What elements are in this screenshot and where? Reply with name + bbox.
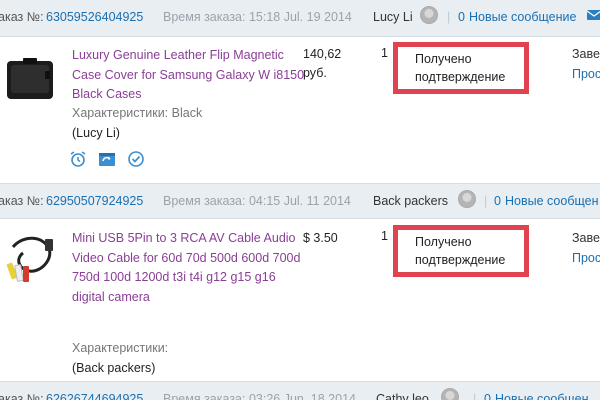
side-action-link[interactable]: Прос bbox=[572, 251, 600, 265]
product-quantity: 1 bbox=[381, 229, 388, 243]
order-body: Mini USB 5Pin to 3 RCA AV Cable Audio Vi… bbox=[0, 219, 600, 382]
check-clock-icon[interactable] bbox=[127, 150, 145, 168]
buyer-name[interactable]: Lucy Li bbox=[373, 10, 413, 24]
message-count[interactable]: 0 bbox=[458, 10, 465, 24]
message-count[interactable]: 0 bbox=[484, 392, 491, 400]
envelope-icon[interactable] bbox=[586, 8, 600, 22]
order-status: Получено подтверждение bbox=[415, 52, 506, 84]
message-count[interactable]: 0 bbox=[494, 194, 501, 208]
refresh-box-icon[interactable] bbox=[98, 150, 116, 168]
order-status-box: Получено подтверждение bbox=[393, 225, 529, 277]
side-action-link[interactable]: Прос bbox=[572, 67, 600, 81]
alarm-clock-icon[interactable] bbox=[69, 150, 87, 168]
order-number-link[interactable]: 62626744694925 bbox=[46, 392, 143, 400]
separator: | bbox=[484, 194, 488, 208]
order-card-3: аказ №: 62626744694925 Время заказа: 03:… bbox=[0, 381, 600, 400]
user-icon bbox=[420, 6, 438, 24]
product-title-link[interactable]: Mini USB 5Pin to 3 RCA AV Cable Audio Vi… bbox=[72, 229, 307, 307]
buyer-note: (Lucy Li) bbox=[72, 126, 120, 140]
order-number-label: аказ №: bbox=[0, 194, 44, 208]
new-messages-link[interactable]: Новые сообщение bbox=[469, 10, 576, 24]
order-header: аказ №: 62950507924925 Время заказа: 04:… bbox=[0, 183, 600, 219]
product-price: 140,62 руб. bbox=[303, 47, 342, 80]
side-action-label: Заве bbox=[572, 47, 600, 61]
buyer-name[interactable]: Cathy leo bbox=[376, 392, 429, 400]
side-action-label: Заве bbox=[572, 231, 600, 245]
order-time: Время заказа: 15:18 Jul. 19 2014 bbox=[163, 10, 352, 24]
separator: | bbox=[447, 10, 451, 24]
buyer-note: (Back packers) bbox=[72, 361, 156, 375]
product-title-link[interactable]: Luxury Genuine Leather Flip Magnetic Cas… bbox=[72, 46, 307, 105]
order-body: Luxury Genuine Leather Flip Magnetic Cas… bbox=[0, 37, 600, 183]
order-status-box: Получено подтверждение bbox=[393, 42, 529, 94]
order-status: Получено подтверждение bbox=[415, 235, 506, 267]
product-attributes: Характеристики: Black bbox=[72, 106, 203, 120]
order-card-2: аказ №: 62950507924925 Время заказа: 04:… bbox=[0, 183, 600, 382]
new-messages-link[interactable]: Новые сообщен bbox=[495, 392, 588, 400]
product-thumbnail[interactable] bbox=[3, 229, 59, 285]
order-time: Время заказа: 04:15 Jul. 11 2014 bbox=[163, 194, 351, 208]
separator: | bbox=[473, 392, 477, 400]
order-number-label: аказ №: bbox=[0, 392, 44, 400]
order-header: аказ №: 62626744694925 Время заказа: 03:… bbox=[0, 381, 600, 400]
order-number-link[interactable]: 63059526404925 bbox=[46, 10, 143, 24]
user-icon bbox=[441, 388, 459, 400]
order-card-1: аказ №: 63059526404925 Время заказа: 15:… bbox=[0, 0, 600, 183]
order-number-link[interactable]: 62950507924925 bbox=[46, 194, 143, 208]
order-time: Время заказа: 03:26 Jun. 18 2014 bbox=[163, 392, 356, 400]
product-price: $ 3.50 bbox=[303, 231, 338, 245]
product-attributes: Характеристики: bbox=[72, 341, 169, 355]
buyer-name[interactable]: Back packers bbox=[373, 194, 448, 208]
product-thumbnail[interactable] bbox=[3, 51, 59, 107]
order-header: аказ №: 63059526404925 Время заказа: 15:… bbox=[0, 0, 600, 37]
new-messages-link[interactable]: Новые сообщен bbox=[505, 194, 598, 208]
order-number-label: аказ №: bbox=[0, 10, 44, 24]
action-icons bbox=[69, 150, 149, 170]
product-quantity: 1 bbox=[381, 46, 388, 60]
user-icon bbox=[458, 190, 476, 208]
